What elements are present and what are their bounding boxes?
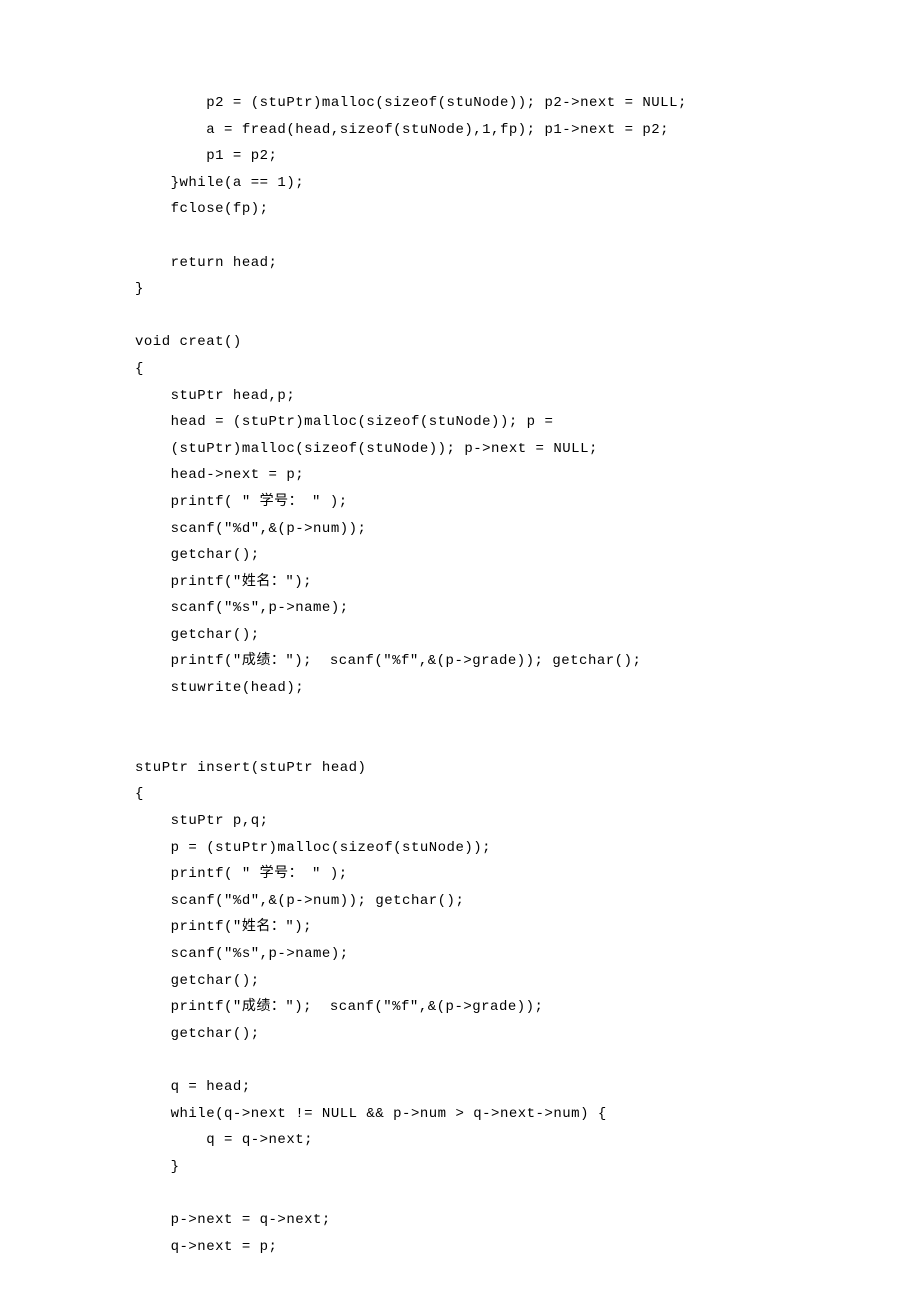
code-line: q = q->next; <box>135 1132 313 1148</box>
code-line: stuPtr p,q; <box>135 813 269 829</box>
code-line: p->next = q->next; <box>135 1212 331 1228</box>
code-line: } <box>135 1159 180 1175</box>
code-line: { <box>135 361 144 377</box>
code-line: scanf("%s",p->name); <box>135 600 349 616</box>
code-line: p = (stuPtr)malloc(sizeof(stuNode)); <box>135 840 491 856</box>
code-line: printf("姓名："); <box>135 919 312 935</box>
code-line: printf("成绩："); scanf("%f",&(p->grade)); <box>135 999 543 1015</box>
code-line: p2 = (stuPtr)malloc(sizeof(stuNode)); p2… <box>135 95 687 111</box>
code-line: stuwrite(head); <box>135 680 304 696</box>
code-line: q = head; <box>135 1079 251 1095</box>
code-line: }while(a == 1); <box>135 175 304 191</box>
code-line: printf("成绩："); scanf("%f",&(p->grade)); … <box>135 653 641 669</box>
code-line: p1 = p2; <box>135 148 277 164</box>
code-line: stuPtr insert(stuPtr head) <box>135 760 366 776</box>
code-line: getchar(); <box>135 627 260 643</box>
code-line: void creat() <box>135 334 242 350</box>
code-line: printf( " 学号： " ); <box>135 494 348 510</box>
code-line: scanf("%d",&(p->num)); <box>135 521 366 537</box>
code-line: (stuPtr)malloc(sizeof(stuNode)); p->next… <box>135 441 598 457</box>
code-line: scanf("%s",p->name); <box>135 946 349 962</box>
code-line: a = fread(head,sizeof(stuNode),1,fp); p1… <box>135 122 669 138</box>
code-line: head = (stuPtr)malloc(sizeof(stuNode)); … <box>135 414 553 430</box>
code-line: getchar(); <box>135 547 260 563</box>
code-line: printf("姓名："); <box>135 574 312 590</box>
code-line: head->next = p; <box>135 467 304 483</box>
code-line: getchar(); <box>135 1026 260 1042</box>
code-line: q->next = p; <box>135 1239 277 1255</box>
code-line: stuPtr head,p; <box>135 388 295 404</box>
code-line: scanf("%d",&(p->num)); getchar(); <box>135 893 464 909</box>
code-line: printf( " 学号： " ); <box>135 866 348 882</box>
code-line: while(q->next != NULL && p->num > q->nex… <box>135 1106 607 1122</box>
code-line: } <box>135 281 144 297</box>
code-line: getchar(); <box>135 973 260 989</box>
code-block: p2 = (stuPtr)malloc(sizeof(stuNode)); p2… <box>135 90 785 1260</box>
code-line: { <box>135 786 144 802</box>
code-line: return head; <box>135 255 277 271</box>
code-line: fclose(fp); <box>135 201 269 217</box>
